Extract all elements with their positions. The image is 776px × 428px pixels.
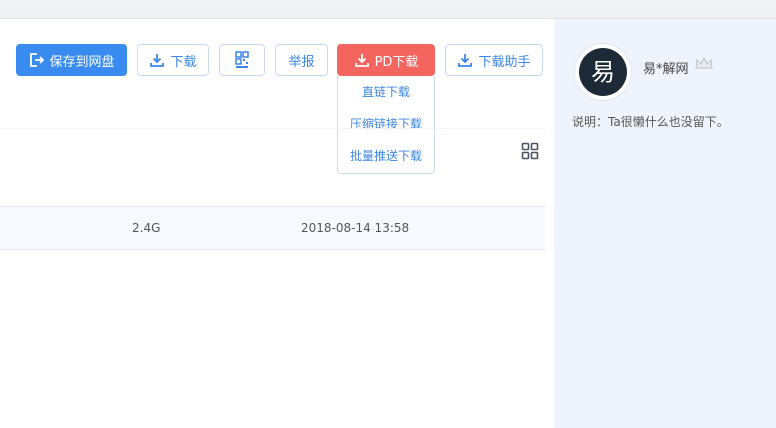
- pd-download-button[interactable]: PD下载: [337, 44, 435, 76]
- qrcode-button[interactable]: [219, 44, 265, 76]
- table-row[interactable]: 2.4G 2018-08-14 13:58: [0, 206, 545, 250]
- download-button[interactable]: 下载: [137, 44, 209, 76]
- save-icon: [28, 52, 45, 68]
- report-button-label: 举报: [288, 54, 315, 70]
- download-helper-label: 下载助手: [478, 54, 531, 70]
- pd-download-label: PD下载: [374, 54, 419, 70]
- download-icon: [149, 52, 165, 68]
- pd-download-menu: 直链下载 压缩链接下载 批量推送下载: [337, 76, 435, 174]
- report-button[interactable]: 举报: [275, 44, 328, 76]
- avatar[interactable]: 易: [575, 44, 631, 100]
- divider: [0, 128, 545, 129]
- menu-item-direct-link[interactable]: 直链下载: [338, 76, 434, 108]
- crown-icon: [694, 55, 714, 71]
- grid-view-icon[interactable]: [521, 142, 539, 160]
- user-name[interactable]: 易*解网: [643, 58, 689, 77]
- download-button-label: 下载: [170, 54, 197, 70]
- download-icon: [354, 52, 370, 68]
- download-helper-button[interactable]: 下载助手: [445, 44, 543, 76]
- save-to-disk-button[interactable]: 保存到网盘: [16, 44, 127, 76]
- top-bar: [0, 8, 776, 19]
- qrcode-icon: [234, 51, 250, 69]
- top-strip: [0, 0, 776, 8]
- save-button-label: 保存到网盘: [49, 54, 115, 70]
- download-icon: [457, 52, 473, 68]
- menu-item-batch-push[interactable]: 批量推送下载: [338, 140, 434, 172]
- avatar-char: 易: [579, 48, 627, 96]
- menu-item-compressed-link[interactable]: 压缩链接下载: [338, 108, 434, 140]
- user-description: 说明：Ta很懒什么也没留下。: [572, 115, 729, 129]
- file-size: 2.4G: [132, 221, 161, 235]
- file-date: 2018-08-14 13:58: [301, 221, 410, 235]
